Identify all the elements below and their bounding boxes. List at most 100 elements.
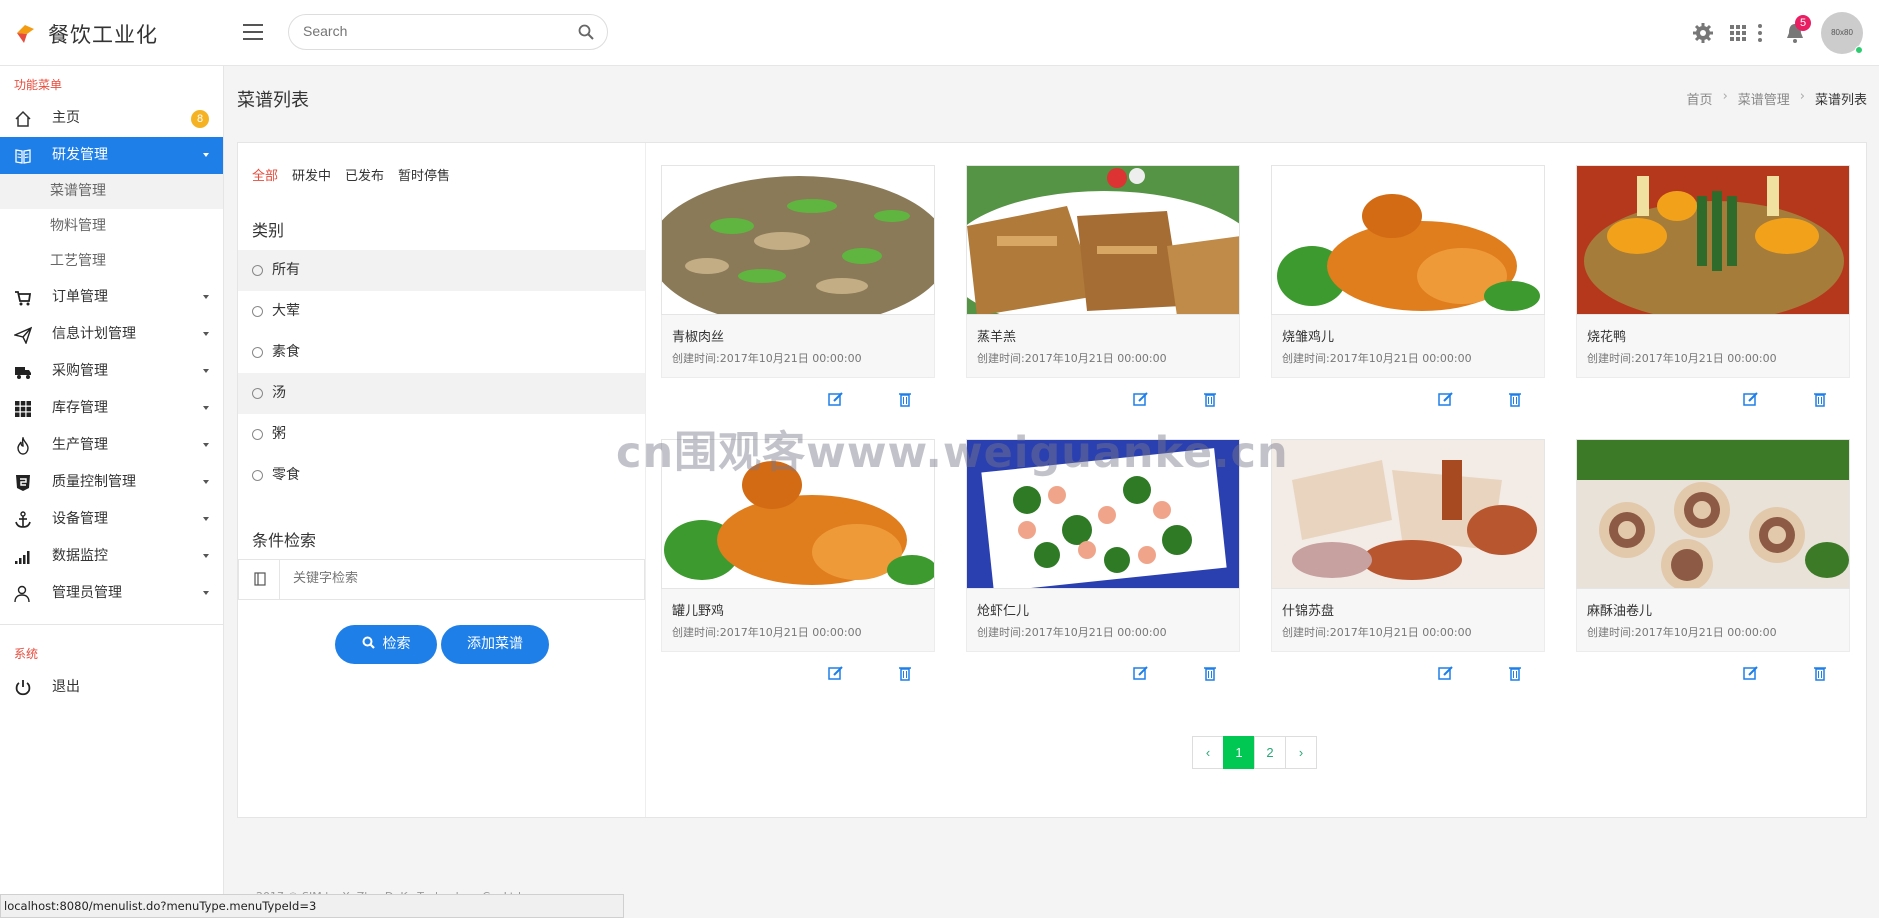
sidebar-item-home[interactable]: 主页 8 bbox=[0, 100, 223, 137]
search-button[interactable]: 检索 bbox=[335, 625, 437, 664]
more-vertical-icon[interactable] bbox=[1754, 22, 1766, 44]
delete-icon[interactable] bbox=[1507, 665, 1523, 681]
edit-icon[interactable] bbox=[1438, 665, 1454, 681]
recipe-card[interactable]: 青椒肉丝 创建时间:2017年10月21日 00:00:00 bbox=[661, 165, 935, 407]
sidebar-subitem-recipes[interactable]: 菜谱管理 bbox=[0, 174, 223, 209]
recipe-image[interactable] bbox=[966, 165, 1240, 315]
category-option[interactable]: 所有 bbox=[238, 250, 645, 291]
recipe-image[interactable] bbox=[1576, 439, 1850, 589]
recipe-card[interactable]: 蒸羊羔 创建时间:2017年10月21日 00:00:00 bbox=[966, 165, 1240, 407]
category-heading: 类别 bbox=[252, 221, 285, 240]
dish-photo-roast-duck bbox=[1577, 166, 1849, 314]
dish-photo-pastry-rolls bbox=[1577, 440, 1849, 588]
edit-icon[interactable] bbox=[1743, 391, 1759, 407]
top-header: 餐饮工业化 5 80x80 bbox=[0, 0, 1879, 66]
avatar[interactable]: 80x80 bbox=[1821, 12, 1863, 54]
sidebar-item-purchase[interactable]: 采购管理 bbox=[0, 353, 223, 390]
radio-icon bbox=[252, 347, 263, 358]
radio-icon bbox=[252, 429, 263, 440]
sidebar-item-inventory[interactable]: 库存管理 bbox=[0, 390, 223, 427]
recipe-card[interactable]: 烧雏鸡儿 创建时间:2017年10月21日 00:00:00 bbox=[1271, 165, 1545, 407]
user-icon bbox=[14, 585, 30, 603]
edit-icon[interactable] bbox=[1743, 665, 1759, 681]
recipe-name: 罐儿野鸡 bbox=[672, 604, 725, 619]
category-option[interactable]: 大荤 bbox=[238, 291, 645, 332]
sidebar-item-label: 库存管理 bbox=[52, 400, 108, 416]
sidebar-item-rd[interactable]: 研发管理 bbox=[0, 137, 223, 174]
delete-icon[interactable] bbox=[897, 391, 913, 407]
breadcrumb-separator: › bbox=[1799, 89, 1805, 104]
tab-in-development[interactable]: 研发中 bbox=[292, 165, 331, 184]
sidebar-section-menu: 功能菜单 bbox=[14, 78, 63, 92]
tab-all[interactable]: 全部 bbox=[252, 165, 278, 184]
delete-icon[interactable] bbox=[1812, 391, 1828, 407]
home-icon bbox=[15, 110, 31, 127]
category-option[interactable]: 粥 bbox=[238, 414, 645, 455]
send-icon bbox=[14, 326, 32, 344]
sidebar-item-label: 主页 bbox=[52, 110, 80, 126]
sidebar-subitem-materials[interactable]: 物料管理 bbox=[0, 209, 223, 244]
pagination-page-2[interactable]: 2 bbox=[1254, 736, 1286, 769]
recipe-image[interactable] bbox=[1576, 165, 1850, 315]
edit-icon[interactable] bbox=[1133, 391, 1149, 407]
recipe-name: 烧花鸭 bbox=[1587, 330, 1627, 345]
pagination-next[interactable]: › bbox=[1285, 736, 1317, 769]
notifications[interactable]: 5 bbox=[1784, 15, 1811, 44]
sidebar-item-quality[interactable]: 质量控制管理 bbox=[0, 464, 223, 501]
notification-badge: 5 bbox=[1795, 15, 1811, 31]
edit-icon[interactable] bbox=[828, 665, 844, 681]
chevron-down-icon bbox=[203, 480, 209, 484]
search-icon[interactable] bbox=[577, 23, 595, 41]
chevron-down-icon bbox=[203, 153, 209, 157]
apps-grid-icon[interactable] bbox=[1727, 22, 1749, 44]
page-title: 菜谱列表 bbox=[237, 90, 309, 111]
keyword-input[interactable] bbox=[293, 571, 593, 586]
sidebar-item-production[interactable]: 生产管理 bbox=[0, 427, 223, 464]
category-option[interactable]: 零食 bbox=[238, 455, 645, 496]
edit-icon[interactable] bbox=[828, 391, 844, 407]
recipe-card[interactable]: 麻酥油卷儿 创建时间:2017年10月21日 00:00:00 bbox=[1576, 439, 1850, 681]
sidebar-item-equipment[interactable]: 设备管理 bbox=[0, 501, 223, 538]
watermark-text: cn围观客www.weiguanke.cn bbox=[616, 428, 1289, 478]
avatar-placeholder-text: 80x80 bbox=[1831, 28, 1853, 37]
radio-icon bbox=[252, 470, 263, 481]
category-option[interactable]: 汤 bbox=[238, 373, 645, 414]
gear-icon[interactable] bbox=[1692, 22, 1714, 44]
sidebar-item-admins[interactable]: 管理员管理 bbox=[0, 575, 223, 612]
tab-suspended[interactable]: 暂时停售 bbox=[398, 165, 450, 184]
delete-icon[interactable] bbox=[1507, 391, 1523, 407]
sidebar-item-label: 数据监控 bbox=[52, 548, 108, 564]
sidebar-subitem-process[interactable]: 工艺管理 bbox=[0, 244, 223, 279]
edit-icon[interactable] bbox=[1133, 665, 1149, 681]
delete-icon[interactable] bbox=[1812, 665, 1828, 681]
recipe-image[interactable] bbox=[661, 165, 935, 315]
anchor-icon bbox=[15, 511, 31, 528]
category-option[interactable]: 素食 bbox=[238, 332, 645, 373]
recipe-image[interactable] bbox=[1271, 439, 1545, 589]
edit-icon[interactable] bbox=[1438, 391, 1454, 407]
delete-icon[interactable] bbox=[1202, 391, 1218, 407]
recipe-created-time: 创建时间:2017年10月21日 00:00:00 bbox=[977, 626, 1167, 639]
pagination-page-1[interactable]: 1 bbox=[1223, 736, 1255, 769]
logo-icon bbox=[17, 25, 34, 43]
recipe-image[interactable] bbox=[1271, 165, 1545, 315]
recipe-card[interactable]: 什锦苏盘 创建时间:2017年10月21日 00:00:00 bbox=[1271, 439, 1545, 681]
search-input[interactable] bbox=[303, 23, 563, 39]
pagination-prev[interactable]: ‹ bbox=[1192, 736, 1224, 769]
add-recipe-button[interactable]: 添加菜谱 bbox=[441, 625, 549, 664]
menu-toggle-icon[interactable] bbox=[243, 24, 263, 40]
breadcrumb-recipe-management[interactable]: 菜谱管理 bbox=[1738, 89, 1790, 108]
sidebar-item-orders[interactable]: 订单管理 bbox=[0, 279, 223, 316]
category-label: 素食 bbox=[272, 344, 300, 360]
brand[interactable]: 餐饮工业化 bbox=[14, 19, 158, 49]
delete-icon[interactable] bbox=[1202, 665, 1218, 681]
breadcrumb-home[interactable]: 首页 bbox=[1687, 89, 1713, 108]
tab-published[interactable]: 已发布 bbox=[345, 165, 384, 184]
sidebar-item-monitoring[interactable]: 数据监控 bbox=[0, 538, 223, 575]
book-icon bbox=[254, 572, 266, 586]
recipe-card[interactable]: 烧花鸭 创建时间:2017年10月21日 00:00:00 bbox=[1576, 165, 1850, 407]
chevron-down-icon bbox=[203, 443, 209, 447]
sidebar-item-logout[interactable]: 退出 bbox=[0, 669, 223, 706]
sidebar-item-info-plan[interactable]: 信息计划管理 bbox=[0, 316, 223, 353]
delete-icon[interactable] bbox=[897, 665, 913, 681]
